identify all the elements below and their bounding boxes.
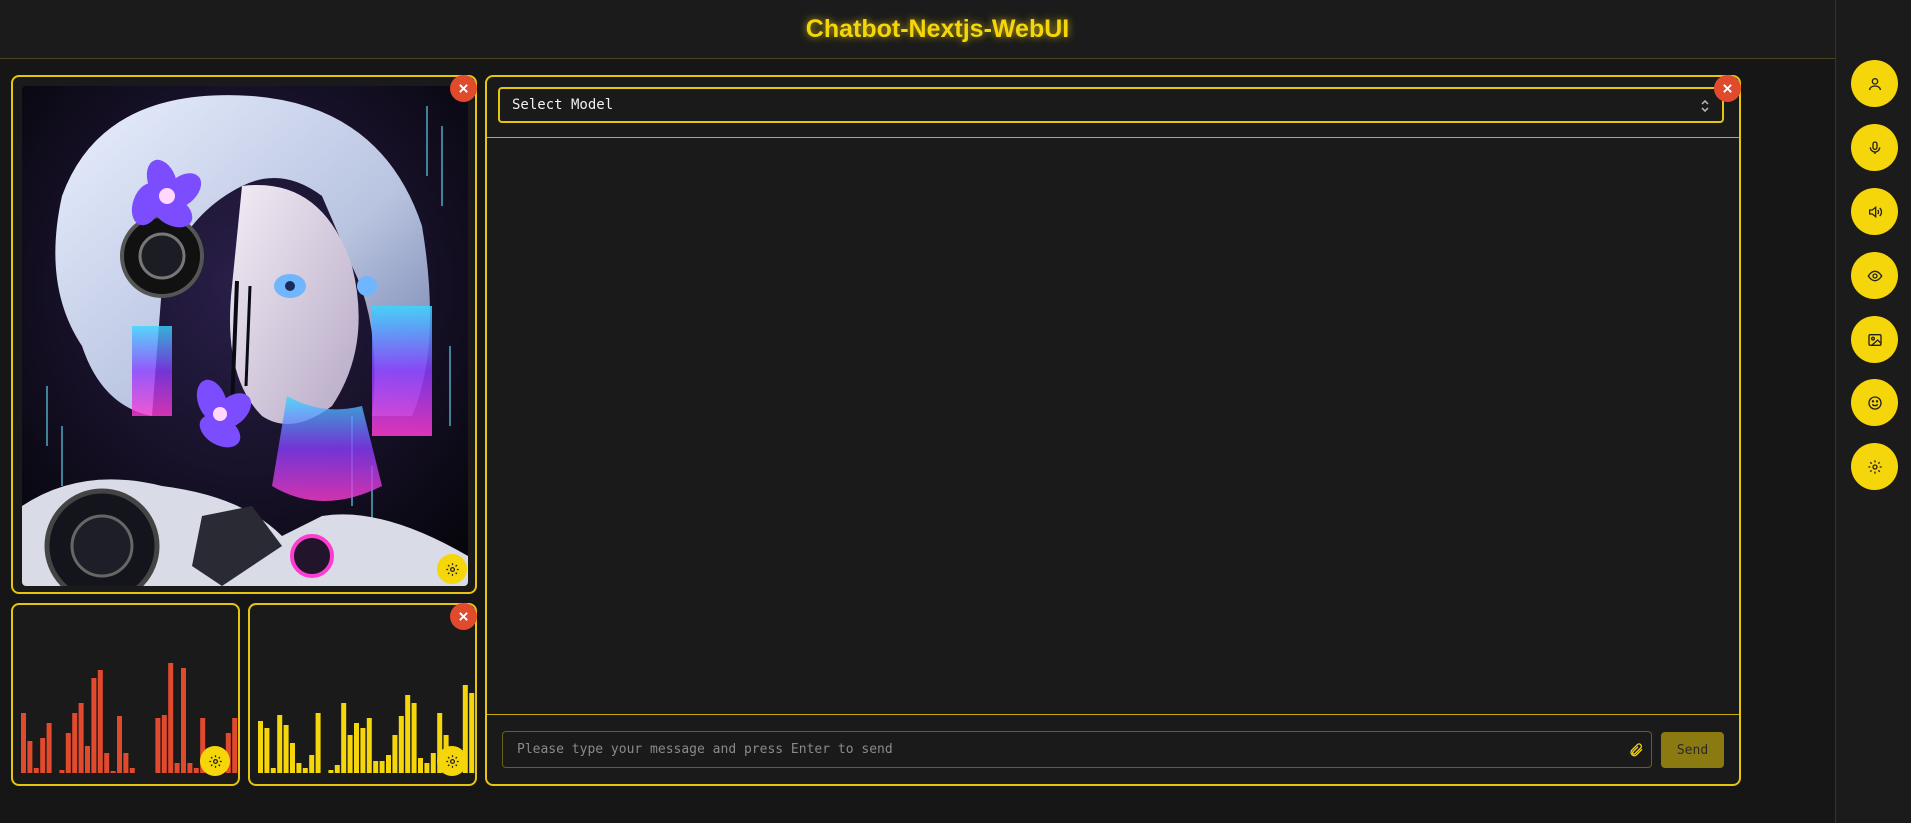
visualizer-bar xyxy=(296,763,302,773)
visualizer-bar xyxy=(469,693,475,773)
visualizer-bar xyxy=(174,763,180,773)
visualizer-left-settings-button[interactable] xyxy=(200,746,230,776)
visualizer-bar xyxy=(347,735,353,773)
chevron-updown-icon xyxy=(1701,100,1709,112)
emoji-button[interactable] xyxy=(1851,379,1898,426)
visualizer-bar xyxy=(392,735,398,773)
visualizer-bar xyxy=(232,718,238,773)
visualizer-bar xyxy=(290,743,295,773)
right-sidebar xyxy=(1835,0,1911,823)
visualizer-bar xyxy=(277,715,283,773)
visualizer-bar xyxy=(104,753,110,773)
audio-visualizer-left xyxy=(11,603,240,786)
visualizer-bar xyxy=(85,746,90,773)
visualizer-bar xyxy=(328,770,334,773)
visualizer-bar xyxy=(97,670,103,773)
visualizer-bar xyxy=(405,695,411,773)
visualizer-bar xyxy=(65,733,71,773)
avatar-image xyxy=(22,86,468,586)
visualizer-bar xyxy=(418,758,423,773)
visualizer-bar xyxy=(360,728,366,773)
visualizer-bar xyxy=(264,728,270,773)
visualizer-bar xyxy=(309,755,315,773)
visualizer-bar xyxy=(155,718,161,773)
visualizer-bar xyxy=(161,715,167,773)
visualizer-bar xyxy=(193,768,199,773)
microphone-icon xyxy=(1869,140,1880,154)
visualizer-right-settings-button[interactable] xyxy=(437,746,467,776)
visualizer-bar xyxy=(21,713,26,773)
eye-button[interactable] xyxy=(1851,252,1898,299)
visualizer-bar xyxy=(27,741,33,773)
divider xyxy=(487,137,1739,138)
visualizer-bar xyxy=(315,713,321,773)
visualizer-bar xyxy=(46,723,52,773)
visualizer-bar xyxy=(411,703,417,773)
speaker-button[interactable] xyxy=(1851,188,1898,235)
visualizer-bar xyxy=(78,703,84,773)
visualizer-bar xyxy=(123,753,129,773)
chat-close-button[interactable] xyxy=(1714,75,1741,102)
message-input-container xyxy=(502,731,1652,768)
visualizer-bar xyxy=(302,768,308,773)
visualizer-bar xyxy=(341,703,347,773)
visualizer-bar xyxy=(386,755,391,773)
visualizer-bar xyxy=(72,713,78,773)
settings-icon xyxy=(1867,459,1882,474)
microphone-button[interactable] xyxy=(1851,124,1898,171)
visualizer-bar xyxy=(258,721,263,773)
visualizer-bar xyxy=(117,716,122,773)
visualizer-bar xyxy=(379,761,385,773)
close-icon xyxy=(1723,84,1732,93)
visualizer-bar xyxy=(398,716,404,773)
visualizer-bar xyxy=(430,753,436,773)
app-title: Chatbot-Nextjs-WebUI xyxy=(805,14,1070,43)
visualizer-bar xyxy=(283,725,289,773)
attach-button[interactable] xyxy=(1621,742,1651,758)
gear-icon xyxy=(445,562,459,576)
model-select[interactable]: Select Model xyxy=(498,87,1724,123)
model-select-value: Select Model xyxy=(512,97,614,113)
avatar-settings-button[interactable] xyxy=(437,554,467,584)
user-icon xyxy=(1868,77,1881,90)
image-button[interactable] xyxy=(1851,316,1898,363)
send-button[interactable]: Send xyxy=(1661,732,1724,768)
visualizer-bar xyxy=(424,763,430,773)
close-icon xyxy=(459,612,468,621)
eye-icon xyxy=(1867,270,1882,281)
message-input[interactable] xyxy=(515,741,1621,758)
visualizer-bar xyxy=(129,768,135,773)
visualizer-bar xyxy=(354,723,359,773)
divider xyxy=(487,714,1739,715)
visualizer-close-button[interactable] xyxy=(450,603,477,630)
audio-visualizer-right xyxy=(248,603,477,786)
visualizer-bar xyxy=(110,771,116,773)
visualizer-bar xyxy=(334,765,340,773)
close-icon xyxy=(459,84,468,93)
visualizer-bar xyxy=(366,718,372,773)
chat-panel: Select Model Send xyxy=(485,75,1741,786)
image-icon xyxy=(1867,333,1882,346)
visualizer-bar xyxy=(33,768,39,773)
gear-icon xyxy=(445,754,459,768)
gear-icon xyxy=(208,754,222,768)
paperclip-icon xyxy=(1630,742,1643,756)
avatar-panel xyxy=(11,75,477,594)
speaker-icon xyxy=(1868,205,1882,218)
visualizer-bar xyxy=(270,768,276,773)
visualizer-bar xyxy=(181,668,186,773)
smile-icon xyxy=(1867,395,1882,410)
visualizer-bar xyxy=(187,763,193,773)
settings-button[interactable] xyxy=(1851,443,1898,490)
user-button[interactable] xyxy=(1851,60,1898,107)
app-header: Chatbot-Nextjs-WebUI xyxy=(0,0,1835,59)
visualizer-bar xyxy=(40,738,46,773)
visualizer-bar xyxy=(59,770,65,773)
visualizer-bar xyxy=(91,678,97,773)
visualizer-bar xyxy=(168,663,174,773)
visualizer-bar xyxy=(373,761,379,773)
avatar-close-button[interactable] xyxy=(450,75,477,102)
